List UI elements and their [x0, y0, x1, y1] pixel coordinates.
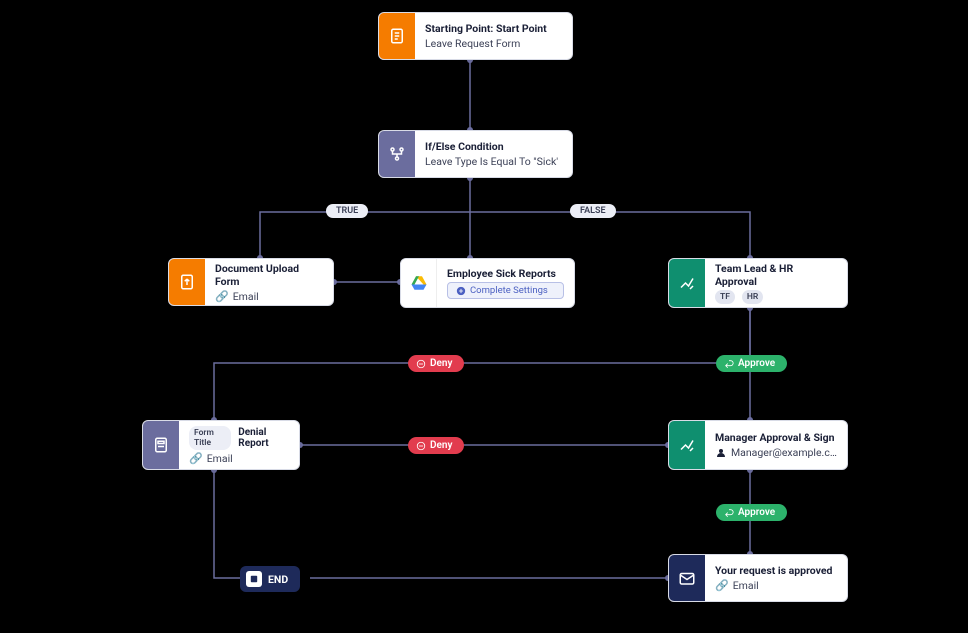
person-icon [715, 447, 727, 459]
badge-approve: Approve [716, 355, 787, 372]
form-icon [143, 421, 179, 469]
form-title-value: Denial Report [238, 427, 289, 449]
node-manager-approval[interactable]: Manager Approval & Sign Manager@example.… [668, 420, 848, 470]
node-start-title: Starting Point: Start Point [425, 22, 562, 35]
approver-tag: HR [742, 290, 763, 304]
stop-icon [246, 571, 262, 587]
node-condition-sub: Leave Type Is Equal To "Sick' [425, 155, 562, 168]
node-denial[interactable]: Form Title Denial Report 🔗 Email [142, 420, 300, 470]
node-manager-approval-sub: Manager@example.c… [731, 446, 837, 459]
form-title-label: Form Title [189, 426, 231, 450]
badge-deny: Deny [408, 355, 464, 372]
link-icon: 🔗 [715, 579, 729, 592]
drive-icon [401, 259, 437, 307]
badge-approve: Approve [716, 504, 787, 521]
node-upload-title: Document Upload Form [215, 262, 323, 288]
node-upload[interactable]: Document Upload Form 🔗 Email [168, 258, 334, 306]
mail-icon [669, 555, 705, 601]
label-false: FALSE [570, 204, 616, 218]
node-end[interactable]: END [240, 566, 300, 592]
document-icon [379, 13, 415, 59]
branch-icon [379, 131, 415, 177]
node-start-sub: Leave Request Form [425, 37, 562, 50]
node-denial-sub: Email [207, 452, 233, 465]
node-start[interactable]: Starting Point: Start Point Leave Reques… [378, 12, 573, 60]
node-condition[interactable]: If/Else Condition Leave Type Is Equal To… [378, 130, 573, 178]
node-drive-title: Employee Sick Reports [447, 267, 564, 280]
node-drive[interactable]: Employee Sick Reports Complete Settings [400, 258, 575, 308]
sign-icon [669, 259, 705, 307]
node-approved[interactable]: Your request is approved 🔗 Email [668, 554, 848, 602]
link-icon: 🔗 [189, 452, 203, 465]
node-team-approval[interactable]: Team Lead & HR Approval TF HR [668, 258, 848, 308]
upload-doc-icon [169, 259, 205, 305]
node-upload-sub: Email [233, 290, 259, 303]
node-team-approval-title: Team Lead & HR Approval [715, 262, 837, 288]
complete-settings-button[interactable]: Complete Settings [447, 282, 564, 299]
workflow-connectors [0, 0, 968, 633]
node-end-label: END [268, 573, 288, 586]
sign-icon [669, 421, 705, 469]
label-true: TRUE [326, 204, 368, 218]
badge-deny: Deny [408, 437, 464, 454]
node-condition-title: If/Else Condition [425, 140, 562, 153]
workflow-canvas[interactable]: Starting Point: Start Point Leave Reques… [0, 0, 968, 633]
approver-tag: TF [715, 290, 735, 304]
node-approved-title: Your request is approved [715, 564, 837, 577]
node-manager-approval-title: Manager Approval & Sign [715, 431, 837, 444]
link-icon: 🔗 [215, 290, 229, 303]
node-approved-sub: Email [733, 579, 759, 592]
